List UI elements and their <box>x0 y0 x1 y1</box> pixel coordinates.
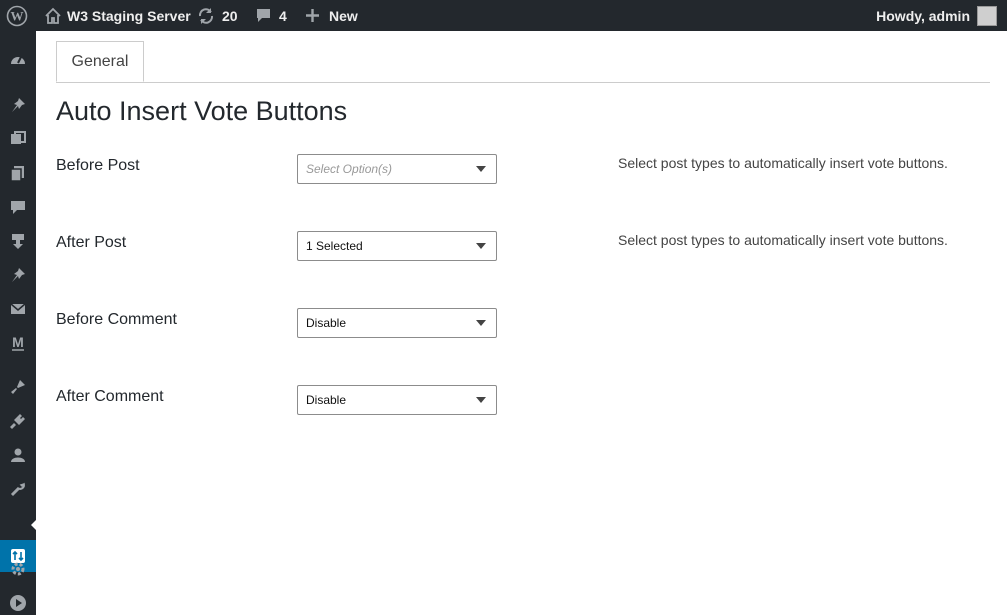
download-icon[interactable] <box>6 229 30 253</box>
wordpress-logo-icon[interactable]: W <box>6 0 28 31</box>
page-title: Auto Insert Vote Buttons <box>56 96 348 126</box>
m-icon[interactable]: M <box>6 331 30 355</box>
after-post-help: Select post types to automatically inser… <box>618 232 948 248</box>
updates-count[interactable]: 20 <box>222 0 238 31</box>
before-post-select[interactable]: Select Option(s) <box>297 154 497 184</box>
chevron-down-icon <box>476 166 486 172</box>
mail-icon[interactable] <box>6 297 30 321</box>
before-post-label: Before Post <box>56 157 140 174</box>
appearance-icon[interactable] <box>6 375 30 399</box>
before-post-select-value: Select Option(s) <box>306 162 393 176</box>
active-menu-arrow <box>31 519 37 531</box>
after-comment-select[interactable]: Disable <box>297 385 497 415</box>
chevron-down-icon <box>476 243 486 249</box>
dashboard-icon[interactable] <box>6 48 30 72</box>
plugins-icon[interactable] <box>6 409 30 433</box>
chevron-down-icon <box>476 320 486 326</box>
pin-icon[interactable] <box>6 263 30 287</box>
before-comment-label: Before Comment <box>56 311 177 328</box>
svg-text:M: M <box>12 334 24 350</box>
after-comment-select-value: Disable <box>306 393 347 407</box>
svg-text:W: W <box>11 8 24 23</box>
avatar[interactable] <box>977 6 997 26</box>
after-post-label: After Post <box>56 234 127 251</box>
pin-icon[interactable] <box>6 93 30 117</box>
before-comment-select[interactable]: Disable <box>297 308 497 338</box>
after-post-select[interactable]: 1 Selected <box>297 231 497 261</box>
settings-icon[interactable] <box>6 557 30 581</box>
play-icon[interactable] <box>6 591 30 615</box>
settings-tabs: General <box>56 41 990 83</box>
users-icon[interactable] <box>6 443 30 467</box>
after-comment-label: After Comment <box>56 388 164 405</box>
comments-icon[interactable] <box>255 0 272 31</box>
plus-icon[interactable] <box>305 0 320 31</box>
media-icon[interactable] <box>6 127 30 151</box>
before-comment-select-value: Disable <box>306 316 347 330</box>
updates-icon[interactable] <box>197 0 215 31</box>
after-post-select-value: 1 Selected <box>306 239 363 253</box>
comments-count[interactable]: 4 <box>279 0 287 31</box>
comments-icon[interactable] <box>6 195 30 219</box>
before-post-help: Select post types to automatically inser… <box>618 155 948 171</box>
new-content-link[interactable]: New <box>329 0 358 31</box>
site-name-link[interactable]: W3 Staging Server <box>67 0 191 31</box>
pages-icon[interactable] <box>6 161 30 185</box>
admin-bar: W W3 Staging Server 20 4 New Howdy, admi… <box>0 0 1007 31</box>
account-greeting[interactable]: Howdy, admin <box>876 0 970 31</box>
tools-icon[interactable] <box>6 477 30 501</box>
chevron-down-icon <box>476 397 486 403</box>
tab-general[interactable]: General <box>56 41 144 82</box>
site-home-icon[interactable] <box>44 0 62 31</box>
